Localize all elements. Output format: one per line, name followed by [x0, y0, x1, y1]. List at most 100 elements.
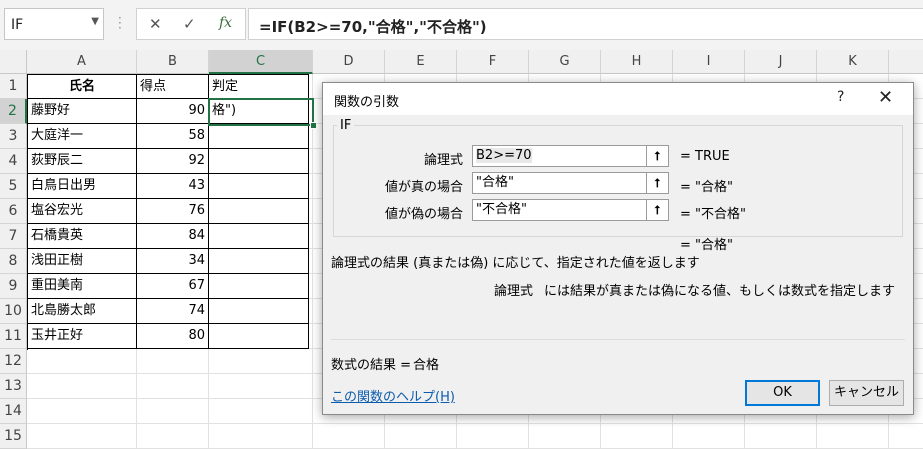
column-header-h[interactable]: H: [601, 50, 673, 74]
logical-test-value: B2>=70: [476, 148, 532, 163]
row-header[interactable]: 8: [0, 249, 27, 274]
column-header-d[interactable]: D: [313, 50, 385, 74]
formula-result-label: 数式の結果 =: [331, 358, 412, 373]
function-help-link[interactable]: この関数のヘルプ(H): [331, 386, 455, 405]
overall-result: = "合格": [680, 238, 733, 253]
fill-handle[interactable]: [310, 122, 317, 129]
cancel-icon[interactable]: ✕: [149, 15, 162, 33]
judgement-cell[interactable]: [209, 324, 309, 349]
name-cell[interactable]: 大庭洋一: [28, 124, 137, 149]
formula-result-value: 合格: [413, 358, 440, 373]
name-cell[interactable]: 荻野辰二: [28, 149, 137, 174]
ok-button[interactable]: OK: [745, 380, 820, 406]
name-cell[interactable]: 北島勝太郎: [28, 299, 137, 324]
score-cell[interactable]: 34: [137, 249, 209, 274]
name-box[interactable]: IF ▼: [4, 8, 104, 40]
header-cell-judgement[interactable]: 判定: [209, 75, 309, 99]
header-cell-score[interactable]: 得点: [137, 75, 209, 99]
column-header-b[interactable]: B: [137, 50, 209, 74]
score-cell[interactable]: 74: [137, 299, 209, 324]
cancel-button[interactable]: キャンセル: [829, 380, 904, 406]
name-cell[interactable]: 白鳥日出男: [28, 174, 137, 199]
header-cell-name[interactable]: 氏名: [28, 75, 137, 99]
column-header-g[interactable]: G: [529, 50, 601, 74]
score-cell[interactable]: 92: [137, 149, 209, 174]
help-icon[interactable]: ?: [837, 89, 844, 105]
row-header[interactable]: 6: [0, 199, 27, 224]
row-header[interactable]: 12: [0, 349, 27, 374]
score-cell[interactable]: 84: [137, 224, 209, 249]
score-cell[interactable]: 80: [137, 324, 209, 349]
judgement-cell[interactable]: [209, 299, 309, 324]
row-header[interactable]: 3: [0, 124, 27, 149]
value-if-true-input[interactable]: "合格": [472, 172, 647, 194]
row-header[interactable]: 7: [0, 224, 27, 249]
chevron-down-icon[interactable]: ▼: [91, 16, 99, 27]
name-cell[interactable]: 藤野好: [28, 99, 137, 124]
arg-label-value-if-true: 値が真の場合: [384, 180, 463, 195]
column-header-e[interactable]: E: [385, 50, 457, 74]
formula-input[interactable]: =IF(B2>=70,"合格","不合格"): [248, 8, 923, 40]
judgement-cell[interactable]: [209, 149, 309, 174]
close-icon[interactable]: ✕: [878, 87, 893, 108]
active-cell-selection: [208, 98, 314, 126]
row-header[interactable]: 13: [0, 374, 27, 399]
select-all-corner[interactable]: [0, 50, 27, 74]
column-header-l[interactable]: [889, 50, 923, 74]
logical-test-input[interactable]: B2>=70: [472, 145, 647, 167]
formula-text: =IF(B2>=70,"合格","不合格"): [259, 18, 487, 36]
column-header-i[interactable]: I: [673, 50, 745, 74]
judgement-cell[interactable]: [209, 249, 309, 274]
dialog-title: 関数の引数: [334, 95, 400, 110]
score-cell[interactable]: 76: [137, 199, 209, 224]
enter-check-icon[interactable]: ✓: [183, 15, 196, 33]
column-header-k[interactable]: K: [817, 50, 889, 74]
arg-result-value-if-false: = "不合格": [680, 207, 746, 222]
arg-result-value-if-true: = "合格": [680, 180, 733, 195]
function-arguments-dialog: 関数の引数 ? ✕ IF 論理式 B2>=70 ⭡ = TRUE 値が真の場合 …: [322, 82, 914, 415]
judgement-cell[interactable]: [209, 274, 309, 299]
column-header-a[interactable]: A: [27, 50, 137, 74]
function-name-label: IF: [337, 118, 355, 133]
value-if-false-input[interactable]: "不合格": [472, 199, 647, 221]
name-cell[interactable]: 石橋貴英: [28, 224, 137, 249]
collapse-dialog-icon[interactable]: ⭡: [647, 145, 669, 167]
collapse-dialog-icon[interactable]: ⭡: [647, 199, 669, 221]
score-cell[interactable]: 58: [137, 124, 209, 149]
judgement-cell[interactable]: [209, 199, 309, 224]
function-description: 論理式の結果 (真または偽) に応じて、指定された値を返します: [331, 256, 700, 271]
row-header[interactable]: 1: [0, 74, 27, 99]
name-cell[interactable]: 玉井正好: [28, 324, 137, 349]
arg-description: には結果が真または偽になる値、もしくは数式を指定します: [544, 284, 896, 299]
name-cell[interactable]: 浅田正樹: [28, 249, 137, 274]
arg-result-logical-test: = TRUE: [680, 149, 730, 164]
formula-bar: IF ▼ · · · ✕ ✓ fx =IF(B2>=70,"合格","不合格"): [0, 0, 923, 51]
row-header[interactable]: 2: [0, 99, 27, 124]
row-header[interactable]: 15: [0, 424, 27, 449]
row-header[interactable]: 14: [0, 399, 27, 424]
score-cell[interactable]: 67: [137, 274, 209, 299]
divider: [331, 339, 905, 340]
insert-function-icon[interactable]: fx: [219, 15, 232, 31]
row-header[interactable]: 4: [0, 149, 27, 174]
column-header-c[interactable]: C: [209, 50, 313, 74]
column-header-j[interactable]: J: [745, 50, 817, 74]
arg-name-highlight: 論理式: [494, 284, 534, 299]
dialog-titlebar[interactable]: 関数の引数 ? ✕: [323, 83, 913, 115]
judgement-cell[interactable]: [209, 224, 309, 249]
collapse-dialog-icon[interactable]: ⭡: [647, 172, 669, 194]
judgement-cell[interactable]: [209, 124, 309, 149]
row-header[interactable]: 5: [0, 174, 27, 199]
judgement-cell[interactable]: [209, 174, 309, 199]
formula-buttons: ✕ ✓ fx: [136, 8, 246, 40]
name-cell[interactable]: 重田美南: [28, 274, 137, 299]
splitter-handle[interactable]: · · ·: [118, 12, 122, 34]
score-cell[interactable]: 90: [137, 99, 209, 124]
row-header[interactable]: 9: [0, 274, 27, 299]
name-cell[interactable]: 塩谷宏光: [28, 199, 137, 224]
row-header[interactable]: 11: [0, 324, 27, 349]
arg-label-logical-test: 論理式: [423, 153, 463, 168]
column-header-f[interactable]: F: [457, 50, 529, 74]
score-cell[interactable]: 43: [137, 174, 209, 199]
row-header[interactable]: 10: [0, 299, 27, 324]
